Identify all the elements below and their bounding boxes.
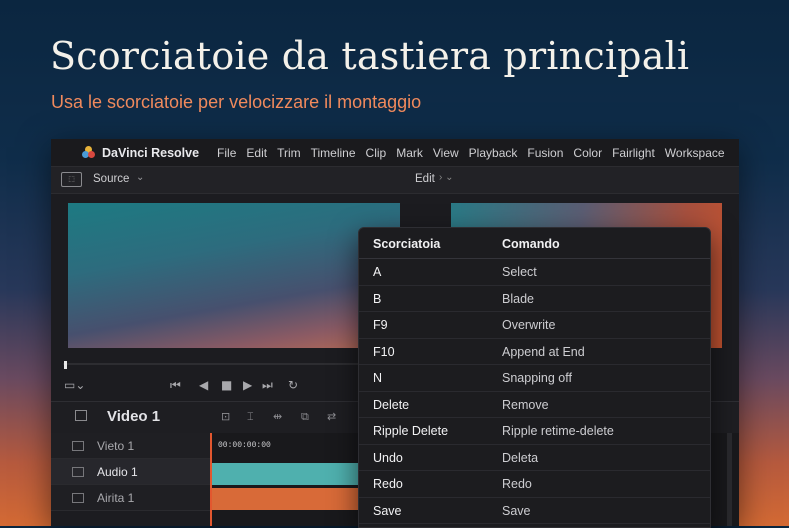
track-name: Airita 1 <box>97 491 135 505</box>
viewer-toolbar: ⬚ Source ⌄ Edit › ⌄ <box>51 166 739 194</box>
overwrite-tool-icon[interactable]: ⧉ <box>301 410 309 424</box>
viewer-layout-icon[interactable]: ▭⌄ <box>64 378 85 392</box>
table-row: F9 Overwrite <box>359 312 710 339</box>
app-name: DaVinci Resolve <box>102 145 200 160</box>
menu-edit[interactable]: Edit <box>246 146 267 160</box>
trim-tool-icon[interactable]: ⇹ <box>273 410 282 423</box>
timeline-playhead[interactable] <box>210 433 212 526</box>
table-row: A Select <box>359 259 710 286</box>
column-header-command: Comando <box>502 237 560 251</box>
video-track-icon <box>72 441 84 451</box>
track-list-icon[interactable] <box>75 410 87 421</box>
shortcut-command: Save <box>502 503 531 518</box>
razor-tool-icon[interactable]: ⌶ <box>247 410 254 424</box>
column-header-shortcut: Scorciatoia <box>373 237 441 251</box>
shortcut-command: Select <box>502 265 537 279</box>
menu-file[interactable]: File <box>217 146 236 160</box>
audio-track-icon <box>72 467 84 477</box>
shortcut-key: Redo <box>373 477 403 491</box>
table-row: N Snapping off <box>359 365 710 392</box>
chevron-down-icon[interactable]: ⌄ <box>136 172 144 183</box>
timeline-scrollbar[interactable] <box>727 433 732 526</box>
timeline-clip[interactable] <box>211 488 361 510</box>
menu-fusion[interactable]: Fusion <box>527 146 563 160</box>
shortcut-key: N <box>373 371 383 385</box>
source-scrubber[interactable] <box>63 363 363 365</box>
monitor-icon[interactable]: ⬚ <box>61 172 82 187</box>
timeline-track-title: Video 1 <box>107 408 161 425</box>
shortcut-key: Ripple Delete <box>373 424 449 438</box>
shortcut-command: Ripple retime-delete <box>502 424 614 438</box>
shortcut-command: Snapping off <box>502 371 572 385</box>
table-row: Ripple Delete Ripple retime-delete <box>359 418 710 445</box>
source-viewer[interactable] <box>68 203 400 348</box>
timecode-display: 00:00:00:00 <box>218 441 271 450</box>
table-row: Redo Redo <box>359 471 710 498</box>
shortcut-key: Undo <box>373 450 403 465</box>
source-selector[interactable]: Source <box>93 173 129 185</box>
menu-clip[interactable]: Clip <box>366 146 387 160</box>
menu-workspace[interactable]: Workspace <box>665 146 725 160</box>
shortcut-key: Delete <box>373 397 410 412</box>
menu-trim[interactable]: Trim <box>277 146 301 160</box>
table-row: Save Save <box>359 498 710 524</box>
menu-bar: DaVinci Resolve File Edit Trim Timeline … <box>51 139 739 166</box>
shortcut-key: F9 <box>373 318 388 332</box>
edit-selector[interactable]: Edit <box>415 173 435 185</box>
skip-forward-icon[interactable]: ⏭ <box>262 378 273 393</box>
menu-color[interactable]: Color <box>573 146 602 160</box>
table-row: Undo Deleta <box>359 445 710 471</box>
shortcut-command: Append at End <box>502 344 585 359</box>
menu-mark[interactable]: Mark <box>396 146 423 160</box>
menu-view[interactable]: View <box>433 146 459 160</box>
shortcut-key: Save <box>373 503 402 518</box>
track-header-video[interactable]: Vieto 1 <box>51 433 211 459</box>
page-subtitle: Usa le scorciatoie per velocizzare il mo… <box>51 92 422 112</box>
play-reverse-icon[interactable]: ◀ <box>199 378 208 392</box>
shortcut-command: Redo <box>502 477 532 491</box>
scrubber-handle[interactable] <box>64 361 67 369</box>
davinci-logo-icon <box>82 146 95 159</box>
skip-back-icon[interactable]: ⏮ <box>170 378 181 393</box>
track-header-airita[interactable]: Airita 1 <box>51 485 211 511</box>
loop-icon[interactable]: ↻ <box>288 378 298 392</box>
stop-icon[interactable]: ■ <box>221 378 232 392</box>
track-header-audio[interactable]: Audio 1 <box>51 459 211 485</box>
track-name: Vieto 1 <box>97 439 135 453</box>
timeline-clip[interactable] <box>211 463 361 485</box>
shortcut-command: Remove <box>502 397 549 412</box>
table-row: B Blade <box>359 286 710 312</box>
table-header: Scorciatoia Comando <box>359 228 710 259</box>
play-icon[interactable]: ▶ <box>243 378 252 392</box>
shortcuts-table: Scorciatoia Comando A Select B Blade F9 … <box>358 227 711 528</box>
shortcut-key: A <box>373 265 382 279</box>
page-title: Scorciatoie da tastiera principali <box>50 34 690 78</box>
shortcut-command: Deleta <box>502 450 539 465</box>
insert-tool-icon[interactable]: ⊡ <box>221 410 230 423</box>
menu-playback[interactable]: Playback <box>469 146 518 160</box>
replace-tool-icon[interactable]: ⇄ <box>327 410 336 423</box>
shortcut-key: B <box>373 291 382 306</box>
shortcut-key: F10 <box>373 344 395 359</box>
chevron-right-down-icon[interactable]: › ⌄ <box>439 172 454 183</box>
track-name: Audio 1 <box>97 465 138 479</box>
table-row: Delete Remove <box>359 392 710 418</box>
shortcut-command: Overwrite <box>502 318 556 332</box>
speaker-icon <box>72 493 84 503</box>
shortcut-command: Blade <box>502 291 534 306</box>
table-row: F10 Append at End <box>359 339 710 365</box>
menu-timeline[interactable]: Timeline <box>311 146 356 160</box>
menu-fairlight[interactable]: Fairlight <box>612 146 655 160</box>
